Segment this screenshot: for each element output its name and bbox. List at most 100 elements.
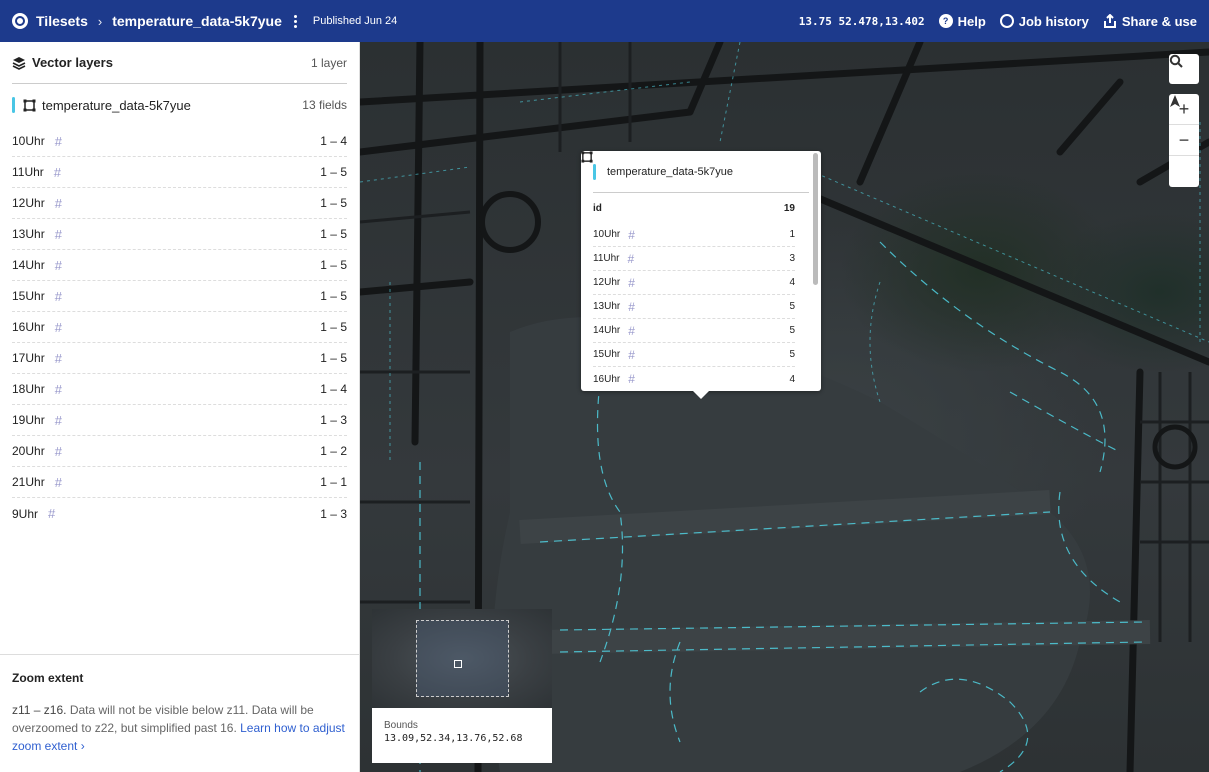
field-name: 17Uhr bbox=[12, 351, 45, 365]
layer-field-count: 13 fields bbox=[302, 98, 347, 112]
field-row: 15Uhr #1 – 5 bbox=[12, 281, 347, 312]
feature-popup: temperature_data-5k7yue id 19 10Uhr #1 11… bbox=[581, 151, 821, 399]
published-date: Published Jun 24 bbox=[312, 15, 398, 27]
popup-row: 16Uhr #4 bbox=[593, 367, 795, 391]
field-range: 1 – 5 bbox=[320, 227, 347, 241]
number-icon: # bbox=[628, 347, 635, 362]
cursor-coordinates: 13.75 52.478,13.402 bbox=[798, 14, 925, 28]
field-name: 21Uhr bbox=[12, 475, 45, 489]
prop-value: 4 bbox=[789, 373, 795, 385]
bounds-label: Bounds bbox=[384, 720, 418, 731]
help-label: Help bbox=[957, 13, 986, 29]
field-row: 20Uhr #1 – 2 bbox=[12, 436, 347, 467]
compass-button[interactable] bbox=[1169, 95, 1199, 187]
field-name: 13Uhr bbox=[12, 227, 45, 241]
breadcrumb-tileset-name: temperature_data-5k7yue bbox=[112, 13, 282, 29]
popup-id-row: id 19 bbox=[593, 193, 795, 223]
field-range: 1 – 3 bbox=[320, 506, 347, 521]
job-history-link[interactable]: Job history bbox=[999, 13, 1089, 29]
layer-count: 1 layer bbox=[310, 55, 347, 70]
number-icon: # bbox=[627, 251, 635, 266]
field-row: 10Uhr #1 – 4 bbox=[12, 126, 347, 157]
field-name: 12Uhr bbox=[12, 196, 45, 210]
zoom-out-button[interactable]: − bbox=[1169, 125, 1199, 156]
field-name: 15Uhr bbox=[12, 289, 45, 303]
prop-value: 5 bbox=[789, 301, 795, 312]
layer-color-bar bbox=[593, 163, 596, 180]
chevron-right-icon: › bbox=[77, 739, 85, 753]
number-icon: # bbox=[54, 288, 62, 304]
popup-row: 11Uhr #3 bbox=[593, 247, 795, 271]
bounds-box bbox=[416, 620, 509, 697]
number-icon: # bbox=[54, 226, 62, 242]
map-canvas[interactable]: + − temperature_data-5k7yue id 19 10Uhr #… bbox=[360, 42, 1209, 772]
prop-value: 3 bbox=[789, 253, 795, 264]
breadcrumb-tilesets[interactable]: Tilesets bbox=[36, 13, 88, 29]
prop-name: 16Uhr bbox=[593, 373, 621, 385]
field-row: 13Uhr #1 – 5 bbox=[12, 219, 347, 250]
number-icon: # bbox=[54, 133, 62, 149]
zoom-extent-text: z11 – z16. Data will not be visible belo… bbox=[12, 701, 347, 755]
number-icon: # bbox=[54, 443, 62, 459]
vector-layers-header: Vector layers 1 layer bbox=[12, 42, 347, 84]
vector-layers-title: Vector layers bbox=[32, 55, 113, 70]
prop-name: 14Uhr bbox=[593, 325, 621, 336]
popup-row: 15Uhr #5 bbox=[593, 343, 795, 367]
prop-value: 5 bbox=[789, 349, 795, 360]
zoom-extent-title: Zoom extent bbox=[12, 671, 84, 685]
field-row: 19Uhr #1 – 3 bbox=[12, 405, 347, 436]
popup-row: 12Uhr #4 bbox=[593, 271, 795, 295]
more-options-icon[interactable] bbox=[293, 14, 297, 28]
field-row: 14Uhr #1 – 5 bbox=[12, 250, 347, 281]
map-controls: + − bbox=[1169, 94, 1199, 187]
prop-name: 11Uhr bbox=[593, 253, 620, 264]
field-name: 14Uhr bbox=[12, 258, 45, 272]
job-history-label: Job history bbox=[1018, 13, 1089, 29]
popup-row: 13Uhr #5 bbox=[593, 295, 795, 319]
field-range: 1 – 5 bbox=[320, 258, 347, 272]
layer-item[interactable]: temperature_data-5k7yue 13 fields bbox=[12, 84, 347, 126]
field-name: 11Uhr bbox=[12, 165, 44, 179]
field-name: 9Uhr bbox=[12, 506, 39, 521]
popup-row: 10Uhr #1 bbox=[593, 223, 795, 247]
number-icon: # bbox=[628, 323, 635, 338]
number-icon: # bbox=[628, 227, 635, 242]
tilesets-icon[interactable] bbox=[12, 13, 28, 29]
polygon-icon bbox=[581, 151, 593, 163]
bounds-minimap: Bounds 13.09,52.34,13.76,52.68 bbox=[372, 609, 552, 763]
field-row: 18Uhr #1 – 4 bbox=[12, 374, 347, 405]
polygon-icon bbox=[23, 99, 36, 111]
field-list: 10Uhr #1 – 4 11Uhr #1 – 5 12Uhr #1 – 5 13Uh… bbox=[0, 126, 359, 529]
number-icon: # bbox=[54, 381, 62, 397]
popup-header: temperature_data-5k7yue bbox=[581, 151, 809, 193]
field-row: 21Uhr #1 – 1 bbox=[12, 467, 347, 498]
prop-value: 5 bbox=[789, 325, 795, 336]
share-label: Share & use bbox=[1121, 13, 1197, 29]
number-icon: # bbox=[54, 319, 62, 335]
id-value: 19 bbox=[783, 202, 795, 214]
number-icon: # bbox=[54, 195, 62, 211]
viewport-marker bbox=[454, 660, 462, 668]
clock-icon bbox=[999, 14, 1014, 28]
field-range: 1 – 2 bbox=[320, 444, 347, 458]
number-icon: # bbox=[54, 257, 62, 273]
layer-color-bar bbox=[12, 97, 15, 113]
field-range: 1 – 1 bbox=[320, 475, 347, 489]
share-icon bbox=[1103, 14, 1116, 28]
field-name: 16Uhr bbox=[12, 320, 45, 334]
help-link[interactable]: ? Help bbox=[938, 13, 986, 29]
field-range: 1 – 5 bbox=[320, 165, 347, 179]
share-link[interactable]: Share & use bbox=[1103, 14, 1197, 29]
layer-name: temperature_data-5k7yue bbox=[42, 97, 191, 113]
number-icon: # bbox=[54, 350, 62, 366]
prop-value: 1 bbox=[789, 229, 795, 240]
top-bar: Tilesets › temperature_data-5k7yue Publi… bbox=[0, 0, 1209, 42]
field-range: 1 – 5 bbox=[320, 320, 347, 334]
number-icon: # bbox=[628, 372, 635, 386]
search-button[interactable] bbox=[1169, 54, 1199, 84]
field-name: 19Uhr bbox=[12, 413, 45, 427]
field-row: 12Uhr #1 – 5 bbox=[12, 188, 347, 219]
popup-scrollbar[interactable] bbox=[813, 153, 818, 285]
prop-name: 13Uhr bbox=[593, 301, 621, 312]
field-row: 11Uhr #1 – 5 bbox=[12, 157, 347, 188]
